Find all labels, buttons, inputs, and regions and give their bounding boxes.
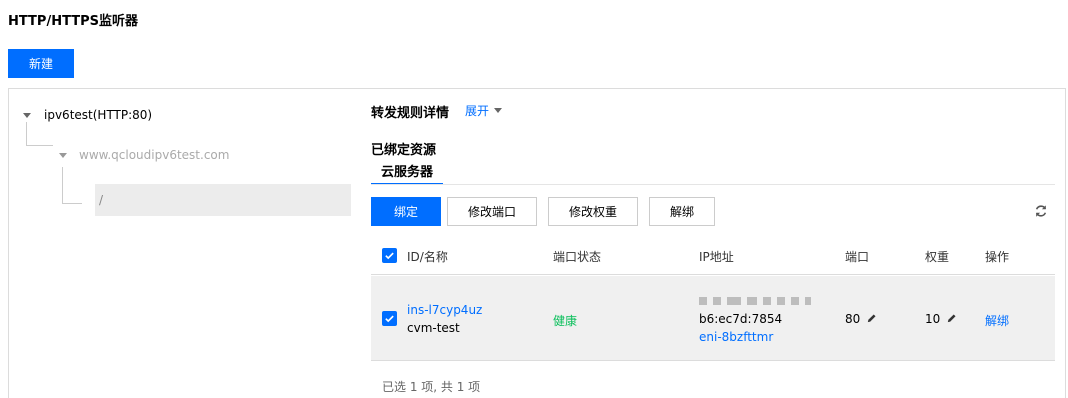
modify-weight-button[interactable]: 修改权重 [548, 197, 638, 226]
tab-cvm[interactable]: 云服务器 [371, 161, 444, 185]
bound-resources-title: 已绑定资源 [371, 143, 437, 158]
tree-connector [26, 122, 27, 145]
caret-down-icon[interactable] [23, 112, 31, 118]
port-value: 80 [845, 312, 861, 326]
column-action: 操作 [985, 250, 1010, 264]
checkbox-icon [385, 252, 394, 260]
rule-detail-title: 转发规则详情 [371, 106, 450, 121]
tab-divider [371, 184, 1055, 185]
select-all-checkbox[interactable] [382, 248, 397, 263]
caret-down-icon [494, 108, 503, 113]
row-unbind-link[interactable]: 解绑 [985, 312, 1009, 329]
eni-link[interactable]: eni-8bzfttmr [699, 330, 773, 344]
instance-id-link[interactable]: ins-l7cyp4uz [407, 303, 482, 317]
tree-connector [26, 145, 53, 146]
ip-redacted [699, 297, 811, 305]
tree-connector [62, 203, 82, 204]
edit-pencil-icon[interactable] [946, 313, 957, 324]
refresh-icon[interactable] [1034, 204, 1048, 218]
listener-label: ipv6test(HTTP:80) [44, 108, 153, 122]
caret-down-icon[interactable] [59, 152, 67, 158]
column-port: 端口 [845, 250, 870, 264]
column-port-status: 端口状态 [553, 250, 602, 264]
selection-summary: 已选 1 项, 共 1 项 [382, 380, 481, 394]
expand-toggle[interactable]: 展开 [465, 102, 503, 119]
edit-pencil-icon[interactable] [866, 313, 877, 324]
page-title: HTTP/HTTPS监听器 [8, 14, 138, 29]
instance-name: cvm-test [407, 321, 460, 335]
tree-item-domain[interactable]: www.qcloudipv6test.com [59, 148, 229, 162]
domain-label: www.qcloudipv6test.com [79, 148, 230, 162]
modify-port-button[interactable]: 修改端口 [447, 197, 537, 226]
column-ip: IP地址 [699, 250, 734, 264]
weight-value: 10 [925, 312, 941, 326]
tree-item-path[interactable]: / [95, 184, 351, 216]
tree-item-listener[interactable]: ipv6test(HTTP:80) [23, 108, 152, 122]
tree-connector [62, 167, 63, 203]
table-row: ins-l7cyp4uz cvm-test 健康 b6:ec7d:7854 en… [371, 276, 1055, 361]
bind-button[interactable]: 绑定 [371, 197, 441, 226]
ip-address: b6:ec7d:7854 [699, 312, 783, 326]
checkbox-icon [385, 315, 394, 323]
status-badge: 健康 [553, 314, 578, 328]
unbind-button[interactable]: 解绑 [649, 197, 715, 226]
table-header: ID/名称 端口状态 IP地址 端口 权重 操作 [371, 237, 1055, 275]
column-id-name: ID/名称 [407, 250, 448, 264]
row-checkbox[interactable] [382, 311, 397, 326]
weight-cell: 10 [925, 312, 957, 326]
port-cell: 80 [845, 312, 877, 326]
column-weight: 权重 [925, 250, 950, 264]
listener-panel: ipv6test(HTTP:80) www.qcloudipv6test.com… [8, 88, 1066, 398]
new-button[interactable]: 新建 [8, 49, 74, 78]
expand-label: 展开 [465, 104, 490, 118]
